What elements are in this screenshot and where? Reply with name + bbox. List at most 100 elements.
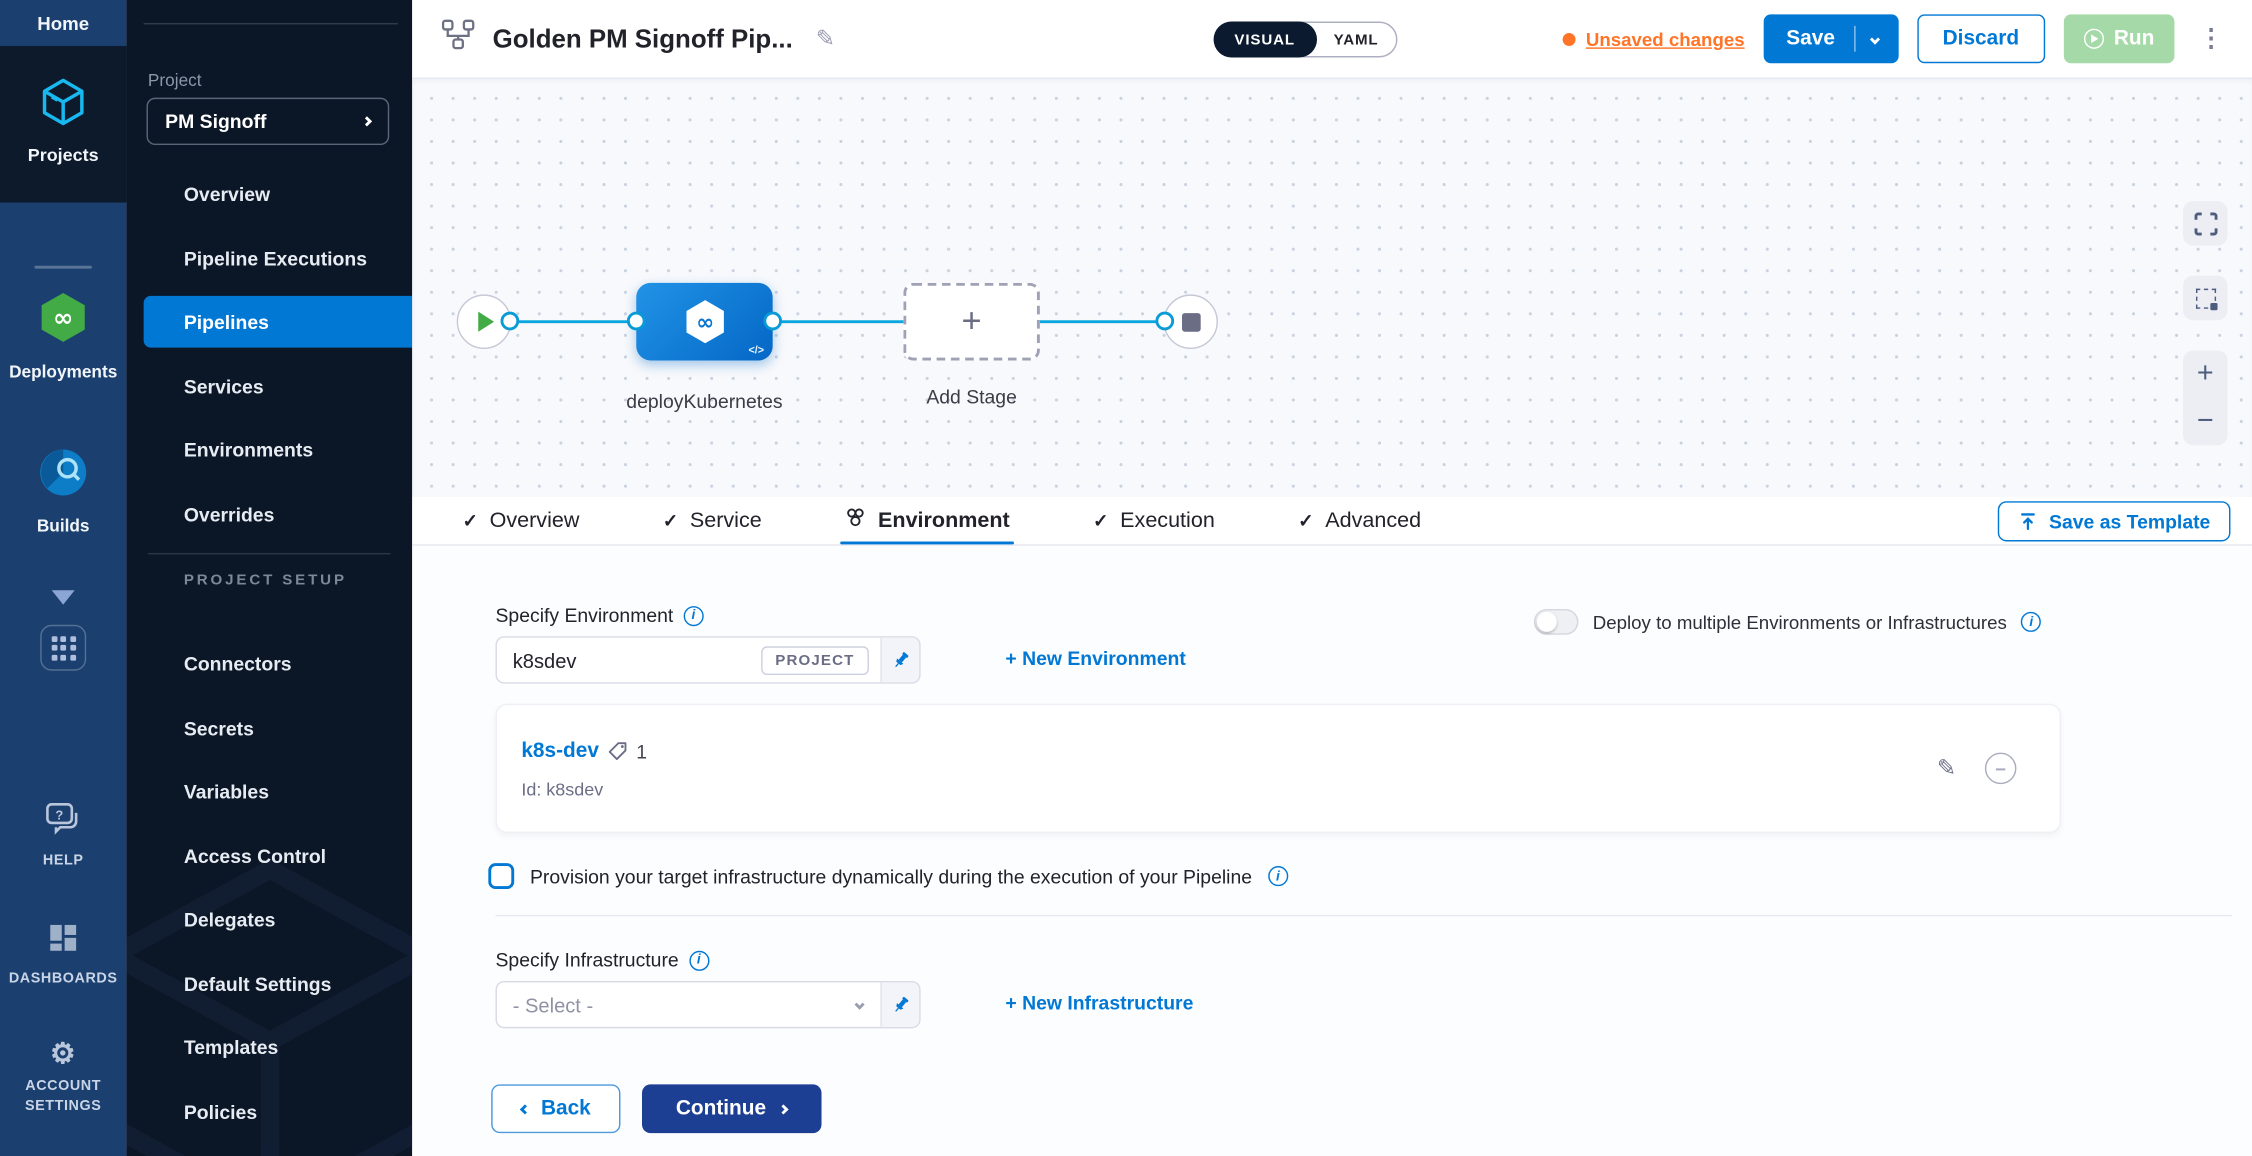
sidebar-item-overrides[interactable]: Overrides <box>126 483 412 548</box>
unsaved-changes-link[interactable]: Unsaved changes <box>1563 28 1745 50</box>
rail-item-account-settings[interactable]: ⚙ ACCOUNT SETTINGS <box>0 1040 126 1116</box>
canvas-zoom-controls: + − <box>2183 201 2228 445</box>
page-title: Golden PM Signoff Pip... <box>493 24 793 54</box>
rail-item-deployments[interactable]: ∞ Deployments <box>9 289 117 382</box>
sidebar-item-label: Templates <box>184 1037 278 1059</box>
port-end-in[interactable] <box>1155 312 1174 331</box>
sidebar-item-label: Default Settings <box>184 974 332 996</box>
cd-hexagon-icon: ∞ <box>680 297 729 346</box>
environment-name-link[interactable]: k8s-dev <box>521 740 599 763</box>
back-label: Back <box>541 1097 591 1120</box>
project-selector[interactable]: PM Signoff <box>146 98 389 145</box>
svg-text:∞: ∞ <box>53 303 73 332</box>
grid-icon <box>51 636 75 660</box>
sidebar-item-label: Secrets <box>184 718 254 740</box>
info-icon[interactable]: i <box>1268 866 1288 886</box>
zoom-in-button[interactable]: + <box>2183 350 2228 397</box>
new-infrastructure-link[interactable]: + New Infrastructure <box>1005 992 1193 1014</box>
tab-label: Overview <box>490 508 580 532</box>
unsaved-changes-label: Unsaved changes <box>1586 28 1745 50</box>
provision-label: Provision your target infrastructure dyn… <box>530 865 1252 887</box>
specify-infrastructure-text: Specify Infrastructure <box>495 949 678 971</box>
continue-button[interactable]: Continue <box>642 1084 822 1133</box>
chevron-down-icon <box>854 1000 864 1010</box>
specify-infrastructure-label: Specify Infrastructure i <box>495 949 708 971</box>
toggle-visual[interactable]: VISUAL <box>1213 22 1317 58</box>
sidebar-item-access-control[interactable]: Access Control <box>126 824 412 889</box>
save-as-template-button[interactable]: Save as Template <box>1997 501 2230 541</box>
chevron-down-rail-icon[interactable] <box>52 590 75 604</box>
sidebar-item-label: Delegates <box>184 909 276 931</box>
tab-label: Advanced <box>1325 508 1421 532</box>
port-stage-out[interactable] <box>763 312 782 331</box>
sidebar-item-pipelines[interactable]: Pipelines <box>144 296 413 348</box>
sidebar-item-delegates[interactable]: Delegates <box>126 888 412 953</box>
sidebar-item-templates[interactable]: Templates <box>126 1015 412 1080</box>
run-button[interactable]: Run <box>2064 14 2175 63</box>
project-sidebar: Project PM Signoff Overview Pipeline Exe… <box>126 0 412 1156</box>
add-stage-button[interactable]: + <box>903 283 1039 361</box>
rail-item-projects[interactable]: Projects <box>0 46 126 203</box>
multi-env-toggle[interactable] <box>1534 609 1579 635</box>
remove-environment-icon[interactable]: − <box>1985 753 2017 785</box>
tab-execution[interactable]: ✓ Execution <box>1093 497 1215 544</box>
sidebar-item-variables[interactable]: Variables <box>126 760 412 825</box>
tab-label: Service <box>690 508 762 532</box>
pin-infrastructure-button[interactable] <box>880 982 919 1027</box>
sidebar-item-label: Overrides <box>184 504 275 526</box>
rail-item-home[interactable]: Home <box>0 0 126 46</box>
provision-checkbox[interactable] <box>488 863 514 889</box>
pipeline-header: Golden PM Signoff Pip... ✎ VISUAL YAML U… <box>412 0 2252 79</box>
toggle-yaml[interactable]: YAML <box>1316 31 1395 48</box>
check-icon: ✓ <box>663 509 679 532</box>
tab-environment[interactable]: Environment <box>845 497 1010 544</box>
sidebar-item-connectors[interactable]: Connectors <box>126 632 412 697</box>
tab-service[interactable]: ✓ Service <box>663 497 762 544</box>
save-label: Save <box>1786 27 1835 50</box>
marquee-select-button[interactable] <box>2183 276 2228 321</box>
sidebar-item-overview[interactable]: Overview <box>126 162 412 227</box>
environment-id-text: Id: k8sdev <box>521 780 603 800</box>
port-stage-in[interactable] <box>627 312 646 331</box>
edit-environment-pencil-icon[interactable]: ✎ <box>1937 754 1956 783</box>
sidebar-item-environments[interactable]: Environments <box>126 418 412 483</box>
sidebar-item-services[interactable]: Services <box>126 355 412 420</box>
info-icon[interactable]: i <box>2021 612 2041 632</box>
infrastructure-select-field[interactable]: - Select - <box>495 981 920 1028</box>
fit-to-screen-button[interactable] <box>2183 201 2228 246</box>
sidebar-item-label: Pipeline Executions <box>184 248 367 270</box>
pin-environment-button[interactable] <box>880 638 919 683</box>
back-button[interactable]: Back <box>491 1084 620 1133</box>
kebab-menu-icon[interactable]: ⋮ <box>2193 24 2229 53</box>
info-icon[interactable]: i <box>689 950 709 970</box>
pipeline-canvas[interactable]: ∞ </> + deployKubernetes Add Stage <box>412 79 2252 497</box>
stage-name-label: deployKubernetes <box>625 386 784 417</box>
environment-select-field[interactable]: k8sdev PROJECT <box>495 636 920 683</box>
plus-icon: + <box>962 304 982 338</box>
new-environment-link[interactable]: + New Environment <box>1005 648 1185 670</box>
rail-bottom-group: ? HELP DASHBOARDS ⚙ ACCOUNT <box>0 801 126 1156</box>
edit-title-pencil-icon[interactable]: ✎ <box>816 24 835 53</box>
rail-item-builds[interactable]: Builds <box>36 445 91 535</box>
module-grid-button[interactable] <box>40 625 86 671</box>
save-dropdown-button[interactable] <box>1871 35 1898 42</box>
sidebar-item-default-settings[interactable]: Default Settings <box>126 952 412 1017</box>
environment-card: k8s-dev 1 Id: k8sdev ✎ − <box>495 704 2060 833</box>
rail-item-help[interactable]: ? HELP <box>43 801 84 870</box>
sidebar-item-label: Environments <box>184 439 313 461</box>
sidebar-item-policies[interactable]: Policies <box>126 1080 412 1145</box>
stage-node-deploy-kubernetes[interactable]: ∞ </> <box>636 283 772 361</box>
environment-value: k8sdev <box>497 648 761 671</box>
save-button[interactable]: Save <box>1763 14 1898 63</box>
zoom-out-button[interactable]: − <box>2183 398 2228 445</box>
tab-advanced[interactable]: ✓ Advanced <box>1298 497 1421 544</box>
tab-overview[interactable]: ✓ Overview <box>462 497 579 544</box>
save-as-template-label: Save as Template <box>2049 511 2210 533</box>
sidebar-item-pipeline-executions[interactable]: Pipeline Executions <box>126 227 412 292</box>
rail-item-dashboards[interactable]: DASHBOARDS <box>9 922 118 988</box>
discard-button[interactable]: Discard <box>1917 14 2045 63</box>
port-start-out[interactable] <box>501 312 520 331</box>
chevron-right-icon <box>779 1104 789 1114</box>
info-icon[interactable]: i <box>683 605 703 625</box>
sidebar-item-secrets[interactable]: Secrets <box>126 697 412 762</box>
